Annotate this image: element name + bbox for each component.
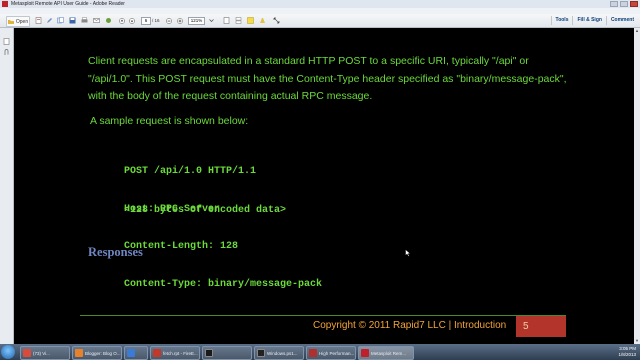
- window-controls: [610, 1, 638, 7]
- open-button[interactable]: Open: [6, 16, 30, 27]
- fill-sign-button[interactable]: Fill & Sign: [572, 16, 605, 25]
- taskbar-item-label: Windows.ps1...: [267, 350, 298, 356]
- taskbar-item[interactable]: High Performan...: [306, 346, 356, 360]
- taskbar-item[interactable]: (73) Vi...: [20, 346, 70, 360]
- adobe-reader-icon: [361, 349, 369, 357]
- zoom-level-select[interactable]: 121%: [188, 17, 205, 25]
- code-line: Content-Type: binary/message-pack: [124, 278, 323, 290]
- edit-icon[interactable]: [45, 16, 54, 25]
- close-button[interactable]: [630, 1, 638, 7]
- section-heading: Responses: [88, 245, 143, 259]
- document-page: Client requests are encapsulated in a st…: [14, 28, 634, 344]
- save-icon[interactable]: [68, 16, 77, 25]
- page-number: 5: [523, 321, 529, 332]
- zoom-in-icon[interactable]: [176, 16, 184, 25]
- footer-divider: [80, 315, 566, 316]
- window-title: Metasploit Remote API User Guide - Adobe…: [11, 1, 125, 7]
- taskbar-item[interactable]: Windows.ps1...: [254, 346, 304, 360]
- terminal-icon: [205, 349, 213, 357]
- taskbar-item[interactable]: fetch.rpt - FireE...: [150, 346, 200, 360]
- powershell-icon: [257, 349, 265, 357]
- adobe-reader-icon: [2, 1, 8, 7]
- code-line: POST /api/1.0 HTTP/1.1: [124, 166, 257, 177]
- combine-icon[interactable]: [56, 16, 65, 25]
- body-paragraph: Client requests are encapsulated in a st…: [88, 55, 567, 102]
- mouse-cursor-icon: [405, 249, 411, 257]
- attachments-icon[interactable]: [3, 43, 10, 55]
- taskbar-item-label: fetch.rpt - FireE...: [163, 350, 198, 356]
- highlight-icon[interactable]: [258, 16, 267, 25]
- scroll-mode-icon[interactable]: [234, 16, 243, 25]
- expand-icon[interactable]: [272, 16, 281, 25]
- sample-intro: A sample request is shown below:: [90, 115, 249, 127]
- page-number-badge: 5: [516, 316, 566, 337]
- clock-date: 1/8/2013: [618, 352, 636, 357]
- maximize-button[interactable]: [620, 1, 628, 7]
- create-pdf-icon[interactable]: [34, 16, 43, 25]
- blogger-icon: [75, 349, 83, 357]
- pdf-icon: [309, 349, 317, 357]
- share-icon[interactable]: [104, 16, 113, 25]
- code-sample: POST /api/1.0 HTTP/1.1 Host: RPC Server …: [124, 141, 322, 316]
- system-tray: 3:05 PM 1/8/2013: [600, 346, 638, 358]
- firefox-icon: [153, 349, 161, 357]
- taskbar-item-label: (73) Vi...: [33, 350, 50, 356]
- tools-button[interactable]: Tools: [550, 16, 573, 25]
- fit-page-icon[interactable]: [222, 16, 231, 25]
- print-icon[interactable]: [80, 16, 89, 25]
- taskbar: (73) Vi... Blogger: Blog O... fetch.rpt …: [0, 344, 640, 360]
- taskbar-item-label: Metasploit Rem...: [371, 350, 407, 356]
- encoded-data-line: <128 bytes of encoded data>: [124, 205, 287, 216]
- task-pane-buttons: Tools Fill & Sign Comment: [550, 16, 638, 25]
- navigation-pane: [0, 28, 14, 344]
- next-page-icon[interactable]: [128, 16, 136, 25]
- comment-button[interactable]: Comment: [605, 16, 638, 25]
- open-label: Open: [15, 18, 29, 25]
- chevron-down-icon[interactable]: [207, 16, 215, 25]
- taskbar-item[interactable]: Metasploit Rem...: [358, 346, 414, 360]
- vertical-scrollbar[interactable]: ▲ ▼: [633, 28, 640, 344]
- scroll-up-icon[interactable]: ▲: [634, 28, 640, 34]
- taskbar-item[interactable]: [124, 346, 148, 360]
- taskbar-item-label: Blogger: Blog O...: [85, 350, 121, 356]
- folder-icon: [7, 20, 14, 24]
- minimize-button[interactable]: [610, 1, 618, 7]
- toolbar: Open 6 / 16 121% Tools Fill & Sign Comme…: [0, 14, 640, 28]
- previous-page-icon[interactable]: [118, 16, 126, 25]
- code-line: Content-Length: 128: [124, 241, 239, 252]
- page-thumbnails-icon[interactable]: [3, 32, 10, 45]
- taskbar-item-label: High Performan...: [319, 350, 355, 356]
- page-total: / 16: [152, 18, 160, 23]
- start-button[interactable]: [1, 345, 15, 359]
- zoom-out-icon[interactable]: [165, 16, 173, 25]
- taskbar-item[interactable]: [202, 346, 252, 360]
- ie-icon: [127, 349, 135, 357]
- sticky-note-icon[interactable]: [246, 16, 255, 25]
- footer-copyright: Copyright © 2011 Rapid7 LLC | Introducti…: [313, 320, 507, 331]
- email-icon[interactable]: [92, 16, 101, 25]
- chrome-icon: [23, 349, 31, 357]
- taskbar-item[interactable]: Blogger: Blog O...: [72, 346, 122, 360]
- page-number-input[interactable]: 6: [141, 17, 151, 25]
- clock[interactable]: 3:05 PM 1/8/2013: [618, 346, 636, 358]
